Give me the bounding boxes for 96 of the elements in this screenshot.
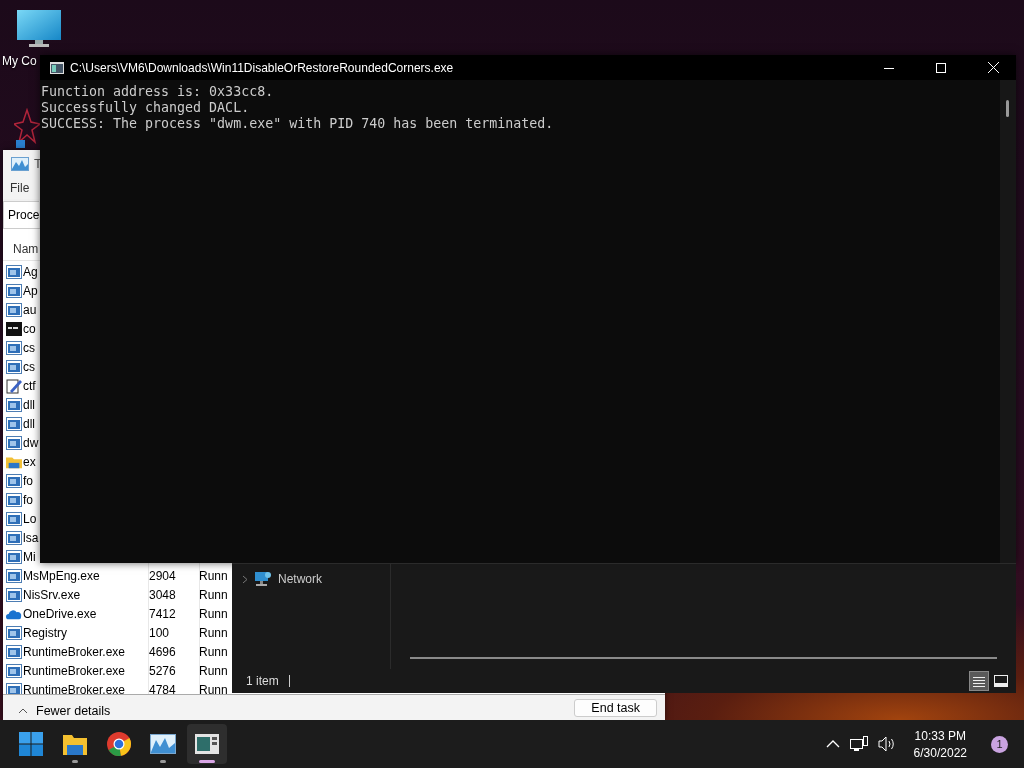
process-status: Runn — [199, 682, 228, 694]
start-icon — [19, 732, 43, 756]
pen-icon — [6, 377, 22, 394]
process-name: ex — [23, 454, 36, 469]
chevron-up-icon — [18, 708, 28, 714]
console-line: Successfully changed DACL. — [41, 100, 251, 116]
process-name: co — [23, 321, 36, 336]
window-icon — [6, 568, 22, 583]
console-line: Function address is: 0x33cc8. — [41, 84, 275, 100]
fewer-details-toggle[interactable]: Fewer details — [18, 704, 111, 718]
folder-icon — [63, 733, 87, 755]
process-name: NisSrv.exe — [23, 587, 81, 602]
menu-item[interactable]: File — [10, 181, 30, 195]
process-status: Runn — [199, 625, 228, 640]
nav-item[interactable]: Network — [278, 572, 322, 586]
process-name: MsMpEng.exe — [23, 568, 100, 583]
process-name: fo — [23, 473, 33, 488]
terminal-icon — [195, 734, 219, 754]
network-icon — [254, 571, 272, 587]
process-id: 4696 — [149, 644, 176, 659]
list-icon — [973, 675, 985, 687]
process-id: 7412 — [149, 606, 176, 621]
end-task-button[interactable]: End task — [574, 699, 657, 717]
process-name: cs — [23, 340, 35, 355]
clock-date[interactable]: 6/30/2022 — [913, 745, 967, 760]
console-line: SUCCESS: The process "dwm.exe" with PID 740 has been terminated. — [41, 116, 555, 132]
process-status: Runn — [199, 587, 228, 602]
process-name: Ag — [23, 264, 38, 279]
process-name: fo — [23, 492, 33, 507]
window-title: C:\Users\VM6\Downloads\Win11DisableOrRestoreRoundedCorners.exe — [70, 60, 455, 75]
status-text: 1 item — [246, 674, 279, 688]
process-id: 2904 — [149, 568, 176, 583]
terminal-icon — [6, 321, 22, 336]
column-header[interactable]: Nam — [13, 242, 39, 256]
process-name: OneDrive.exe — [23, 606, 97, 621]
process-name: lsa — [23, 530, 39, 545]
window-icon — [6, 549, 22, 564]
window-icon — [6, 416, 22, 431]
monitor-icon — [17, 10, 61, 48]
process-status: Runn — [199, 606, 228, 621]
star-icon — [14, 108, 40, 148]
window-icon — [6, 435, 22, 450]
close-icon — [987, 62, 999, 73]
chart-icon — [150, 734, 176, 754]
process-name: RuntimeBroker.exe — [23, 682, 126, 694]
process-name: dw — [23, 435, 39, 450]
process-name: RuntimeBroker.exe — [23, 644, 126, 659]
window-icon — [6, 530, 22, 545]
maximize-icon — [936, 62, 946, 73]
process-name: dll — [23, 416, 35, 431]
scrollbar[interactable] — [410, 657, 997, 659]
window-icon — [6, 397, 22, 412]
window-icon — [6, 359, 22, 374]
process-id: 100 — [149, 625, 170, 640]
process-id: 3048 — [149, 587, 176, 602]
chevron-up-icon — [825, 740, 840, 748]
window-icon — [6, 340, 22, 355]
process-name: Ap — [23, 283, 38, 298]
window-icon — [6, 625, 22, 640]
browser-icon — [107, 732, 131, 756]
window-icon — [6, 644, 22, 659]
window-icon — [6, 302, 22, 317]
process-status: Runn — [199, 568, 228, 583]
window-icon — [6, 264, 22, 279]
volume-icon — [877, 736, 896, 752]
process-status: Runn — [199, 663, 228, 678]
process-name: Mi — [23, 549, 36, 564]
chart-icon — [11, 156, 29, 171]
process-status: Runn — [199, 644, 228, 659]
details-view-button[interactable] — [969, 671, 989, 691]
window-icon — [6, 663, 22, 678]
network-icon — [849, 736, 868, 752]
window-icon — [6, 473, 22, 488]
window-icon — [6, 587, 22, 602]
desktop-icon-label[interactable]: My Co — [2, 54, 37, 68]
process-name: Lo — [23, 511, 37, 526]
window-icon — [6, 492, 22, 507]
preview-pane-icon — [994, 675, 1008, 687]
scrollbar[interactable] — [1000, 80, 1016, 563]
clock-time[interactable]: 10:33 PM — [914, 728, 966, 743]
process-id: 4784 — [149, 682, 176, 694]
process-name: dll — [23, 397, 35, 412]
window-icon — [6, 511, 22, 526]
process-name: Registry — [23, 625, 67, 640]
process-name: au — [23, 302, 37, 317]
chevron-icon[interactable] — [242, 574, 248, 584]
terminal-icon — [50, 61, 64, 74]
cloud-icon — [6, 607, 22, 620]
taskbar-app-button[interactable] — [187, 724, 227, 764]
process-id: 5276 — [149, 663, 176, 678]
process-name: ctf — [23, 378, 36, 393]
notification-badge[interactable]: 1 — [991, 735, 1008, 753]
tab[interactable]: Proce — [3, 201, 40, 228]
process-name: cs — [23, 359, 35, 374]
process-name: RuntimeBroker.exe — [23, 663, 126, 678]
window-icon — [6, 283, 22, 298]
